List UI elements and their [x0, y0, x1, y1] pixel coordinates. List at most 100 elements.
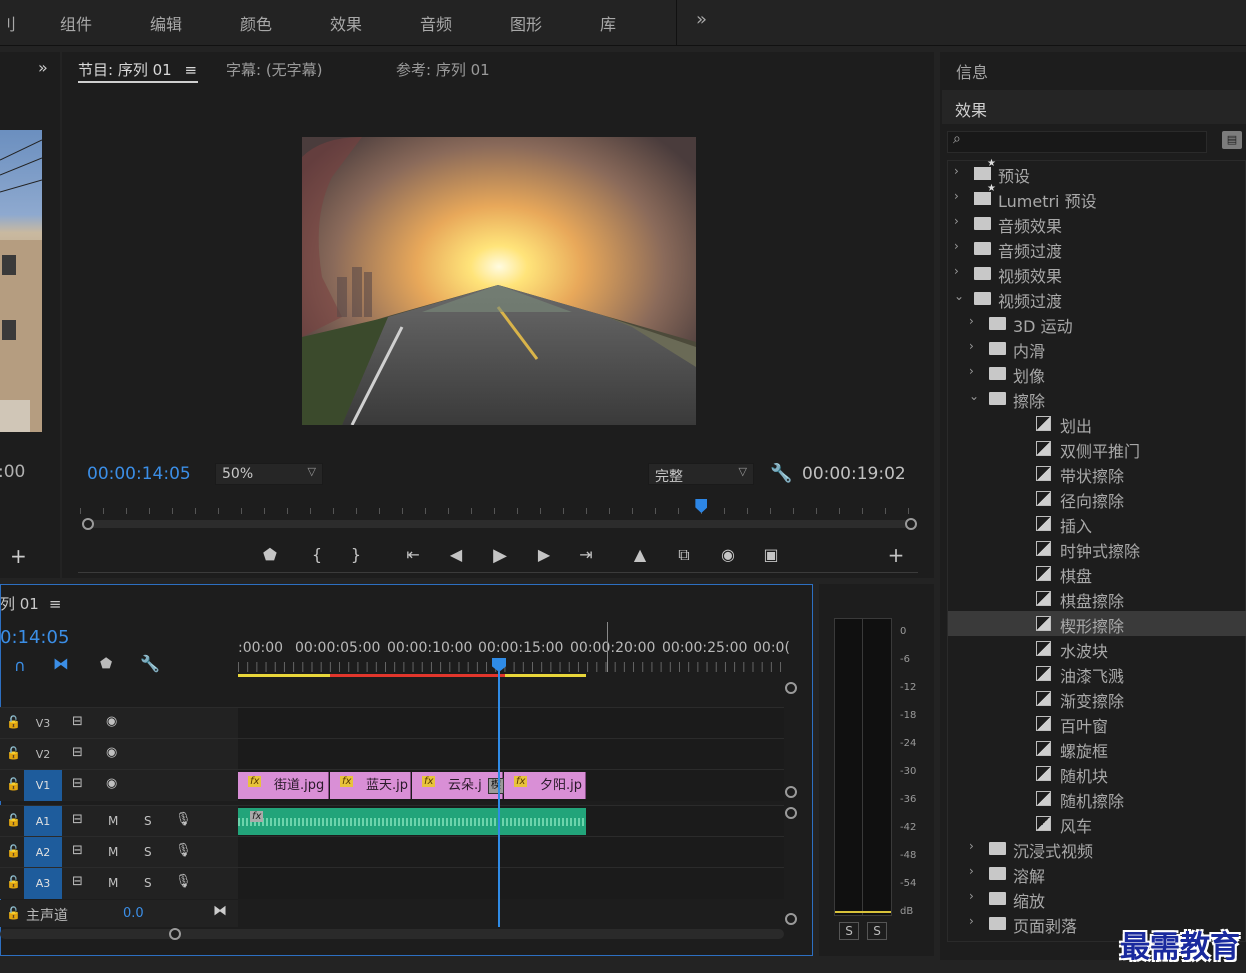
effects-tree-item[interactable]: 棋盘擦除: [948, 586, 1246, 611]
wrench-settings-icon[interactable]: 🔧: [770, 463, 792, 484]
solo-button[interactable]: S: [144, 845, 152, 859]
eye-icon[interactable]: ◉: [106, 714, 117, 729]
chevron-right-icon[interactable]: ›: [954, 264, 959, 278]
lock-icon[interactable]: 🔓: [6, 906, 21, 920]
new-custom-bin-icon[interactable]: ▤: [1222, 131, 1242, 149]
track-target-toggle[interactable]: V2: [24, 739, 62, 770]
mark-in-icon[interactable]: {: [306, 545, 328, 564]
effects-tree-item[interactable]: 随机块: [948, 761, 1246, 786]
source-expand-button[interactable]: »: [38, 58, 48, 77]
vertical-scroll-handle[interactable]: [785, 807, 797, 819]
transition-wedge-wipe[interactable]: 楔: [488, 778, 504, 794]
go-to-in-icon[interactable]: ⇤: [402, 545, 424, 564]
chevron-right-icon[interactable]: ›: [969, 364, 974, 378]
track-lane[interactable]: [238, 868, 784, 899]
chevron-right-icon[interactable]: ›: [954, 189, 959, 203]
timeline-current-timecode[interactable]: 0:14:05: [0, 627, 69, 648]
effects-tree-item[interactable]: 插入: [948, 511, 1246, 536]
timeline-playhead-line[interactable]: [498, 662, 500, 927]
add-marker-icon[interactable]: ⬟: [100, 656, 112, 672]
tab-reference[interactable]: 参考: 序列 01: [396, 59, 490, 80]
effects-search-input[interactable]: [947, 131, 1207, 153]
sync-lock-icon[interactable]: ⊟: [72, 812, 83, 827]
effects-tree-item[interactable]: › 视频效果: [948, 261, 1246, 286]
effects-tree-item[interactable]: › 沉浸式视频: [948, 836, 1246, 861]
effects-tree-item[interactable]: 时钟式擦除: [948, 536, 1246, 561]
solo-button[interactable]: S: [144, 814, 152, 828]
menu-item-effects[interactable]: 效果: [330, 11, 362, 35]
play-icon[interactable]: ▶: [489, 545, 511, 566]
chevron-right-icon[interactable]: ›: [969, 314, 974, 328]
effects-tree-item[interactable]: › 划像: [948, 361, 1246, 386]
menu-item-partial[interactable]: 刂: [0, 11, 16, 35]
eye-icon[interactable]: ◉: [106, 776, 117, 791]
scrub-end-handle[interactable]: [905, 518, 917, 530]
effects-tree-item[interactable]: 棋盘: [948, 561, 1246, 586]
track-lane[interactable]: [238, 837, 784, 868]
timeline-horizontal-scrollbar[interactable]: [0, 929, 784, 939]
program-add-button[interactable]: +: [885, 543, 907, 567]
chevron-right-icon[interactable]: ›: [969, 839, 974, 853]
lock-icon[interactable]: 🔓: [6, 715, 21, 729]
effects-tree-item[interactable]: 楔形擦除: [948, 611, 1246, 636]
solo-button[interactable]: S: [144, 876, 152, 890]
vertical-scroll-handle[interactable]: [785, 786, 797, 798]
effects-tree-item[interactable]: › 音频过渡: [948, 236, 1246, 261]
audio-clip[interactable]: fx: [238, 808, 586, 835]
effects-tree-item[interactable]: › Lumetri 预设: [948, 183, 1246, 211]
panel-menu-icon[interactable]: ≡: [49, 595, 62, 613]
effects-tree-item[interactable]: › 音频效果: [948, 211, 1246, 236]
tab-effects[interactable]: 效果: [955, 97, 987, 121]
effects-tree-item[interactable]: 风车: [948, 811, 1246, 836]
zoom-dropdown[interactable]: 50% ▽: [215, 463, 323, 485]
effects-tree-item[interactable]: › 缩放: [948, 886, 1246, 911]
linked-selection-icon[interactable]: ⧓: [53, 654, 69, 673]
effects-tree-item[interactable]: › 内滑: [948, 336, 1246, 361]
sync-lock-icon[interactable]: ⊟: [72, 874, 83, 889]
effects-tree-item[interactable]: 双侧平推门: [948, 436, 1246, 461]
program-time-ruler[interactable]: [80, 500, 910, 514]
eye-icon[interactable]: ◉: [106, 745, 117, 760]
sync-lock-icon[interactable]: ⊟: [72, 714, 83, 729]
mark-out-icon[interactable]: }: [345, 545, 367, 564]
chevron-right-icon[interactable]: ›: [969, 889, 974, 903]
effects-tree-item[interactable]: ⌄ 擦除: [948, 386, 1246, 411]
go-to-out-icon[interactable]: ⇥: [575, 545, 597, 564]
menu-item-libraries[interactable]: 库: [600, 11, 616, 35]
tab-captions[interactable]: 字幕: (无字幕): [226, 59, 323, 80]
step-back-icon[interactable]: ◀: [445, 545, 467, 564]
menu-item-graphics[interactable]: 图形: [510, 11, 542, 35]
sync-lock-icon[interactable]: ⊟: [72, 843, 83, 858]
chevron-right-icon[interactable]: ›: [969, 914, 974, 928]
solo-left-button[interactable]: S: [839, 922, 859, 940]
lift-icon[interactable]: ▲: [629, 545, 651, 564]
sync-lock-icon[interactable]: ⊟: [72, 745, 83, 760]
effects-tree-item[interactable]: › 3D 运动: [948, 311, 1246, 336]
lock-icon[interactable]: 🔓: [6, 777, 21, 791]
sync-lock-icon[interactable]: ⊟: [72, 776, 83, 791]
effects-tree-item[interactable]: 划出: [948, 411, 1246, 436]
effects-tree-item[interactable]: 螺旋框: [948, 736, 1246, 761]
track-lane[interactable]: [238, 708, 784, 739]
microphone-icon[interactable]: 🎙: [175, 843, 192, 858]
mute-button[interactable]: M: [108, 814, 118, 828]
track-target-toggle[interactable]: A2: [24, 837, 62, 868]
effects-tree-item[interactable]: 带状擦除: [948, 461, 1246, 486]
lock-icon[interactable]: 🔓: [6, 813, 21, 827]
lock-icon[interactable]: 🔓: [6, 844, 21, 858]
panel-menu-icon[interactable]: ≡: [184, 61, 197, 79]
menu-item-audio[interactable]: 音频: [420, 11, 452, 35]
mute-button[interactable]: M: [108, 876, 118, 890]
timeline-sequence-name[interactable]: 列 01 ≡: [0, 593, 61, 614]
video-clip[interactable]: fx 街道.jpg: [238, 772, 329, 799]
quality-dropdown[interactable]: 完整 ▽: [648, 463, 754, 485]
microphone-icon[interactable]: 🎙: [175, 874, 192, 889]
extract-icon[interactable]: ⧉: [673, 545, 695, 565]
effects-tree-item[interactable]: 油漆飞溅: [948, 661, 1246, 686]
mute-button[interactable]: M: [108, 845, 118, 859]
effects-tree-item[interactable]: ⌄ 视频过渡: [948, 286, 1246, 311]
menu-item-color[interactable]: 颜色: [240, 11, 272, 35]
video-clip[interactable]: fx 夕阳.jp: [504, 772, 586, 799]
track-target-toggle[interactable]: A3: [24, 868, 62, 899]
tab-info[interactable]: 信息: [956, 59, 988, 83]
